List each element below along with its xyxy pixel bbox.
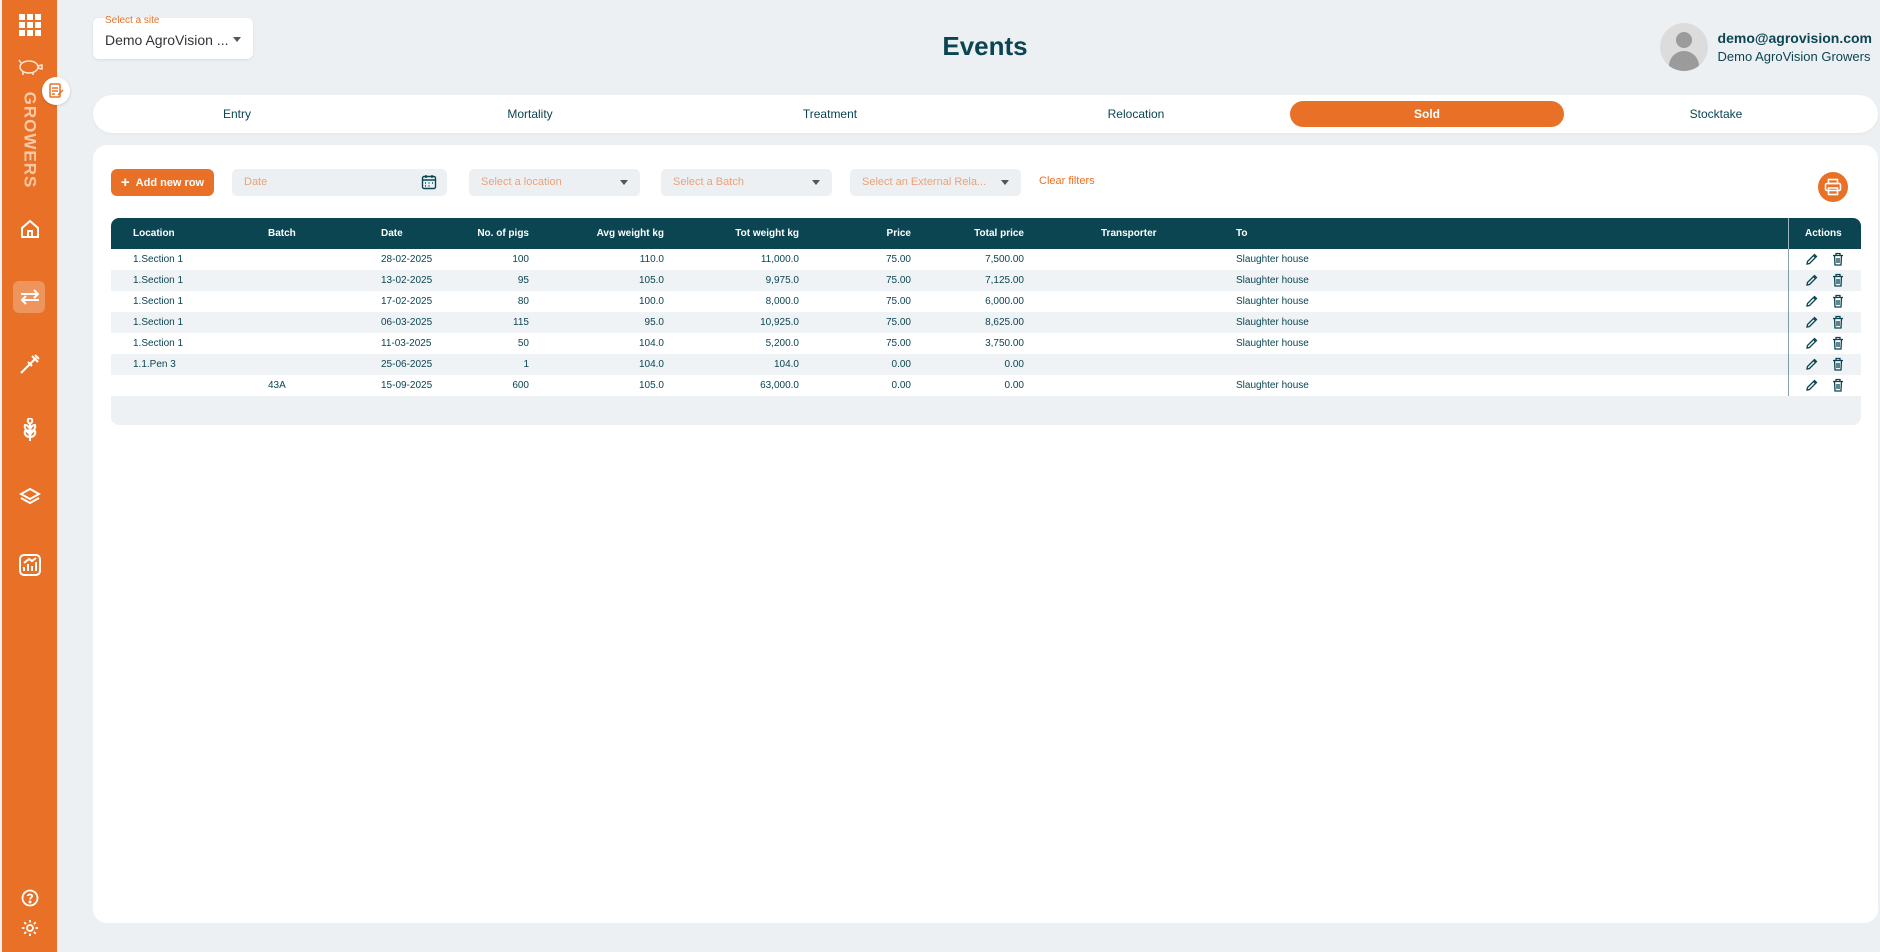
user-org: Demo AgroVision Growers xyxy=(1717,49,1871,64)
delete-icon[interactable] xyxy=(1831,315,1845,329)
chevron-down-icon xyxy=(620,180,628,185)
delete-icon[interactable] xyxy=(1831,273,1845,287)
delete-icon[interactable] xyxy=(1831,336,1845,350)
location-select[interactable]: Select a location xyxy=(469,169,640,196)
user-profile[interactable]: demo@agrovision.com Demo AgroVision Grow… xyxy=(1659,22,1872,72)
col-batch[interactable]: Batch xyxy=(268,228,296,239)
avatar[interactable] xyxy=(1659,23,1708,71)
date-filter[interactable]: Date xyxy=(232,169,447,196)
tab-relocation[interactable]: Relocation xyxy=(999,101,1273,127)
site-select-label: Select a site xyxy=(105,15,160,26)
col-actions: Actions xyxy=(1805,228,1842,239)
col-price[interactable]: Price xyxy=(887,228,911,239)
col-transporter[interactable]: Transporter xyxy=(1101,228,1157,239)
page-title: Events xyxy=(942,31,1028,61)
clear-filters-link[interactable]: Clear filters xyxy=(1039,175,1095,187)
calendar-icon[interactable] xyxy=(421,174,437,193)
sidebar: GROWERS xyxy=(2,0,57,952)
delete-icon[interactable] xyxy=(1831,252,1845,266)
tab-treatment[interactable]: Treatment xyxy=(693,101,967,127)
settings-icon[interactable] xyxy=(2,919,57,937)
brand-label: GROWERS xyxy=(20,91,40,189)
delete-icon[interactable] xyxy=(1831,378,1845,392)
table-row[interactable]: 1.Section 1 28-02-2025 100 110.0 11,000.… xyxy=(111,249,1861,270)
batch-select[interactable]: Select a Batch xyxy=(661,169,832,196)
delete-icon[interactable] xyxy=(1831,294,1845,308)
edit-icon[interactable] xyxy=(1805,315,1819,329)
edit-icon[interactable] xyxy=(1805,294,1819,308)
table-header: Location Batch Date No. of pigs Avg weig… xyxy=(111,218,1861,249)
syringe-icon[interactable] xyxy=(2,352,57,376)
col-location[interactable]: Location xyxy=(133,228,175,239)
notes-icon[interactable] xyxy=(42,77,70,105)
edit-icon[interactable] xyxy=(1805,336,1819,350)
edit-icon[interactable] xyxy=(1805,252,1819,266)
add-row-button[interactable]: + Add new row xyxy=(111,169,214,196)
col-tot-weight[interactable]: Tot weight kg xyxy=(735,228,799,239)
delete-icon[interactable] xyxy=(1831,357,1845,371)
chevron-down-icon xyxy=(1001,180,1009,185)
home-icon[interactable] xyxy=(2,219,57,239)
chevron-down-icon xyxy=(812,180,820,185)
sold-table: Location Batch Date No. of pigs Avg weig… xyxy=(111,218,1861,425)
table-row[interactable]: 1.Section 1 13-02-2025 95 105.0 9,975.0 … xyxy=(111,270,1861,291)
col-avg-weight[interactable]: Avg weight kg xyxy=(597,228,664,239)
report-icon[interactable] xyxy=(2,553,57,577)
table-footer xyxy=(111,396,1861,425)
table-row[interactable]: 1.Section 1 11-03-2025 50 104.0 5,200.0 … xyxy=(111,333,1861,354)
table-row[interactable]: 1.Section 1 17-02-2025 80 100.0 8,000.0 … xyxy=(111,291,1861,312)
external-relation-select[interactable]: Select an External Rela... xyxy=(850,169,1021,196)
tab-sold[interactable]: Sold xyxy=(1290,101,1564,127)
edit-icon[interactable] xyxy=(1805,357,1819,371)
transfer-icon[interactable] xyxy=(2,285,57,309)
col-pigs[interactable]: No. of pigs xyxy=(477,228,529,239)
printer-icon xyxy=(1824,178,1842,196)
tab-stocktake[interactable]: Stocktake xyxy=(1579,101,1853,127)
grain-icon[interactable] xyxy=(2,418,57,442)
col-total-price[interactable]: Total price xyxy=(974,228,1024,239)
col-to[interactable]: To xyxy=(1236,228,1247,239)
col-date[interactable]: Date xyxy=(381,228,403,239)
edit-icon[interactable] xyxy=(1805,378,1819,392)
table-row[interactable]: 1.1.Pen 3 25-06-2025 1 104.0 104.0 0.00 … xyxy=(111,354,1861,375)
event-tabs: Entry Mortality Treatment Relocation Sol… xyxy=(93,95,1878,133)
table-row[interactable]: 43A 15-09-2025 600 105.0 63,000.0 0.00 0… xyxy=(111,375,1861,396)
edit-icon[interactable] xyxy=(1805,273,1819,287)
layers-icon[interactable] xyxy=(2,487,57,507)
user-email: demo@agrovision.com xyxy=(1717,30,1872,46)
help-icon[interactable] xyxy=(2,889,57,907)
plus-icon: + xyxy=(120,174,130,191)
print-button[interactable] xyxy=(1818,172,1848,202)
tab-mortality[interactable]: Mortality xyxy=(393,101,667,127)
table-row[interactable]: 1.Section 1 06-03-2025 115 95.0 10,925.0… xyxy=(111,312,1861,333)
tab-entry[interactable]: Entry xyxy=(101,101,373,127)
